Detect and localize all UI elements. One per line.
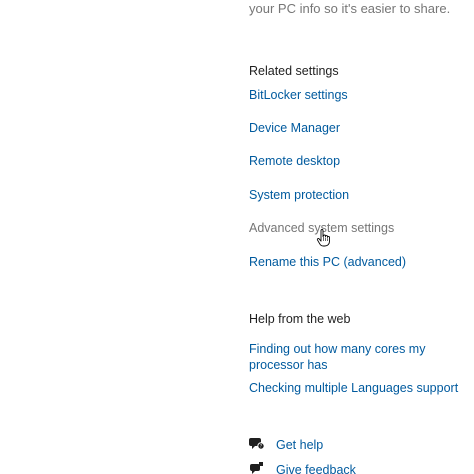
hand-pointer-cursor (316, 229, 330, 247)
remote-desktop-link[interactable]: Remote desktop (249, 153, 340, 169)
system-protection-link[interactable]: System protection (249, 187, 349, 203)
rename-pc-link[interactable]: Rename this PC (advanced) (249, 254, 406, 270)
related-settings-heading: Related settings (249, 64, 339, 78)
chat-help-icon: ? (249, 438, 265, 450)
bitlocker-settings-link[interactable]: BitLocker settings (249, 87, 348, 103)
settings-page: your PC info so it's easier to share. Re… (0, 0, 474, 474)
intro-text: your PC info so it's easier to share. (249, 1, 451, 16)
cores-help-link[interactable]: Finding out how many cores my processor … (249, 341, 459, 373)
give-feedback-link[interactable]: Give feedback (276, 462, 356, 474)
get-help-link[interactable]: Get help (276, 437, 323, 453)
help-from-web-heading: Help from the web (249, 312, 351, 326)
feedback-icon (250, 462, 263, 474)
languages-help-link[interactable]: Checking multiple Languages support (249, 380, 458, 396)
device-manager-link[interactable]: Device Manager (249, 120, 340, 136)
